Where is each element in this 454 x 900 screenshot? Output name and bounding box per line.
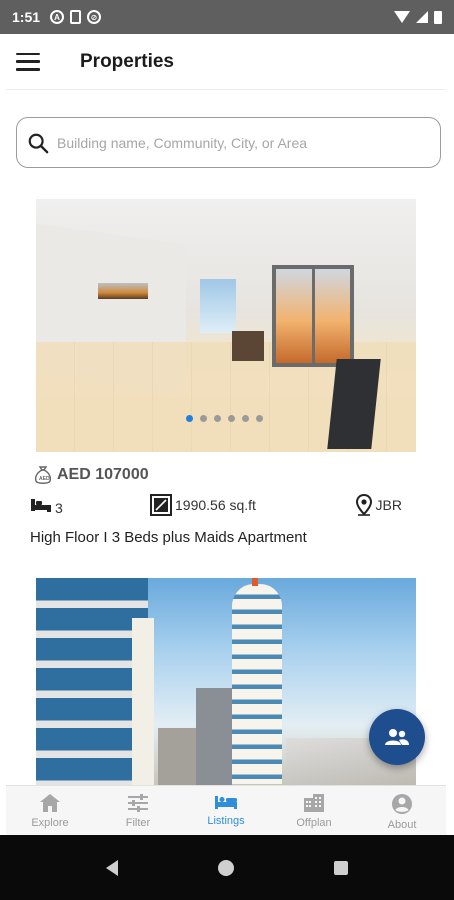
battery-icon xyxy=(434,10,442,24)
sd-card-icon xyxy=(70,10,82,24)
bed-icon xyxy=(31,499,51,512)
nav-about[interactable]: About xyxy=(358,786,446,835)
nav-offplan[interactable]: Offplan xyxy=(270,786,358,835)
app-bar: Properties xyxy=(6,34,446,90)
area-feature: 1990.56 sq.ft xyxy=(150,494,256,516)
hamburger-icon[interactable] xyxy=(16,52,40,71)
listing-photo[interactable] xyxy=(36,199,416,452)
nav-label: Listings xyxy=(207,815,245,827)
money-bag-icon: AED xyxy=(34,466,52,484)
search-icon xyxy=(28,133,49,153)
search-input[interactable] xyxy=(57,134,417,151)
svg-text:AED: AED xyxy=(39,476,50,482)
beds-count: 3 xyxy=(55,500,63,516)
app-screen: 1:51 A ⊘ Properties Building name, Commu… xyxy=(0,0,454,900)
listing-price: AED AED 107000 xyxy=(34,465,149,485)
signal-icon xyxy=(416,11,428,23)
nav-explore[interactable]: Explore xyxy=(6,786,94,835)
area-icon xyxy=(150,494,172,516)
nav-label: Filter xyxy=(125,817,151,829)
nav-label: About xyxy=(387,819,417,831)
a-icon: A xyxy=(50,10,65,24)
listing-title[interactable]: High Floor I 3 Beds plus Maids Apartment xyxy=(30,529,307,546)
carousel-dot[interactable] xyxy=(214,415,221,422)
carousel-dot[interactable] xyxy=(256,415,263,422)
home-icon xyxy=(40,794,60,812)
system-navigation-bar xyxy=(0,835,454,900)
bed-icon xyxy=(215,796,237,809)
carousel-dot[interactable] xyxy=(186,415,193,422)
person-icon xyxy=(392,794,412,814)
agents-icon xyxy=(385,729,409,745)
search-bar[interactable] xyxy=(16,117,441,168)
beds-feature: 3 xyxy=(30,494,63,516)
sync-off-icon: ⊘ xyxy=(87,10,102,24)
wifi-icon xyxy=(394,11,410,23)
location-feature: JBR xyxy=(355,494,402,516)
bottom-navigation: Explore Filter Listings Offplan About xyxy=(6,785,446,835)
nav-label: Explore xyxy=(31,817,69,829)
status-bar: 1:51 A ⊘ xyxy=(0,0,454,34)
building-icon xyxy=(304,794,324,812)
page-title: Properties xyxy=(80,50,174,72)
home-circle-icon[interactable] xyxy=(218,859,234,876)
recents-icon[interactable] xyxy=(334,860,348,875)
price-text: AED 107000 xyxy=(57,466,149,483)
back-icon[interactable] xyxy=(106,859,118,876)
nav-filter[interactable]: Filter xyxy=(94,786,182,835)
location-pin-icon xyxy=(355,494,372,516)
status-time: 1:51 xyxy=(12,9,41,25)
agents-fab-button[interactable] xyxy=(369,709,425,765)
carousel-dot[interactable] xyxy=(228,415,235,422)
nav-label: Offplan xyxy=(296,817,332,829)
carousel-dot[interactable] xyxy=(242,415,249,422)
carousel-dot[interactable] xyxy=(200,415,207,422)
listing-features: 3 1990.56 sq.ft JBR xyxy=(30,494,406,520)
location-text: JBR xyxy=(375,497,402,513)
area-text: 1990.56 sq.ft xyxy=(175,497,256,513)
photo-carousel-dots xyxy=(186,415,263,422)
listing-photo[interactable] xyxy=(36,578,416,788)
nav-listings[interactable]: Listings xyxy=(182,786,270,835)
sliders-icon xyxy=(128,794,148,812)
